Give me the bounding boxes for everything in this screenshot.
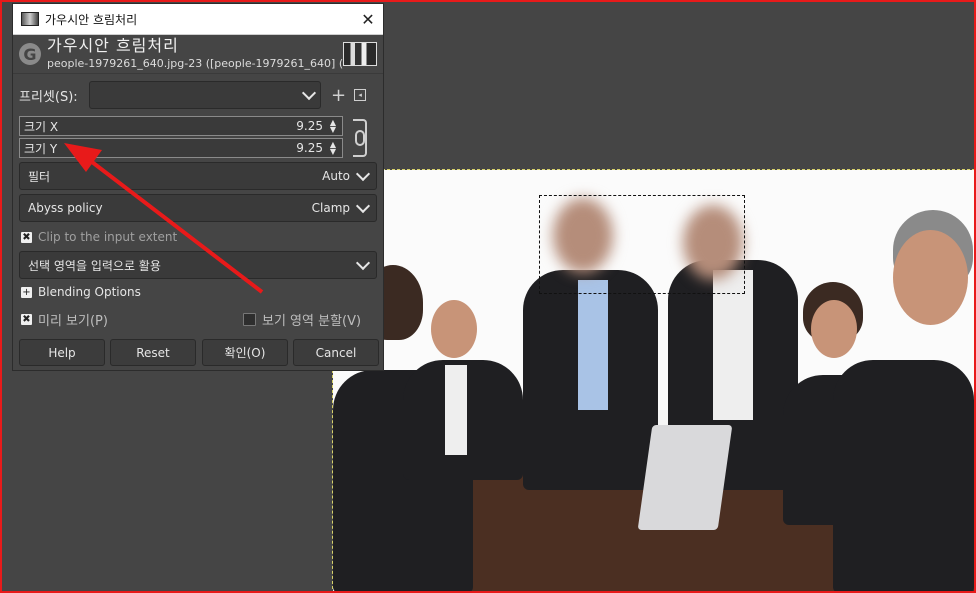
spin-arrows-icon[interactable]: ▲ ▼ — [327, 141, 339, 156]
dialog-titlebar[interactable]: 가우시안 흐림처리 ✕ — [13, 4, 383, 35]
filter-title: 가우시안 흐림처리 — [47, 37, 179, 55]
filter-label: 필터 — [28, 169, 51, 184]
photo-person-head — [431, 300, 477, 358]
checkbox-checked-icon: ✖ — [21, 314, 32, 325]
abyss-value: Clamp — [311, 201, 350, 215]
spin-arrows-icon[interactable]: ▲ ▼ — [327, 119, 339, 134]
chevron-down-icon — [355, 255, 371, 271]
manage-presets-icon[interactable]: ◂ — [354, 89, 367, 101]
dialog-header: G 가우시안 흐림처리 people-1979261_640.jpg-23 ([… — [13, 35, 383, 74]
photo-person-shirt — [578, 280, 608, 410]
add-preset-icon[interactable]: + — [331, 85, 346, 106]
chain-link-icon[interactable] — [355, 130, 365, 146]
clip-checkbox[interactable]: ✖ Clip to the input extent — [21, 230, 177, 244]
window-title: 가우시안 흐림처리 — [45, 12, 138, 27]
presets-dropdown[interactable] — [89, 81, 321, 109]
photo-person-head — [811, 300, 857, 358]
split-view-checkbox[interactable]: 보기 영역 분할(V) — [243, 310, 361, 329]
close-button[interactable]: ✕ — [353, 4, 383, 34]
size-x-value[interactable]: 9.25 — [296, 119, 323, 133]
blending-label: Blending Options — [38, 285, 141, 299]
window-icon — [21, 12, 39, 26]
photo-person-suit — [833, 360, 974, 593]
presets-label: 프리셋(S): — [19, 89, 78, 105]
photo-person-head — [893, 230, 968, 325]
checkbox-unchecked-icon — [243, 313, 256, 326]
checkbox-checked-icon: ✖ — [21, 231, 32, 243]
selection-mode-value: 선택 영역을 입력으로 활용 — [28, 258, 161, 273]
size-y-spinscale[interactable]: 크기 Y 9.25 ▲ ▼ — [19, 138, 343, 158]
image-name: people-1979261_640.jpg-23 ([people-19792… — [47, 57, 343, 70]
rectangle-selection[interactable] — [539, 195, 745, 294]
clip-label: Clip to the input extent — [38, 230, 178, 244]
abyss-policy-dropdown[interactable]: Abyss policy Clamp — [19, 194, 377, 222]
size-x-spinscale[interactable]: 크기 X 9.25 ▲ ▼ — [19, 116, 343, 136]
close-icon: ✕ — [361, 9, 375, 29]
chevron-down-icon — [355, 166, 371, 182]
chevron-down-icon — [355, 198, 371, 214]
selection-mode-dropdown[interactable]: 선택 영역을 입력으로 활용 — [19, 251, 377, 279]
gimp-logo-icon: G — [19, 43, 41, 65]
photo-person-shirt — [445, 365, 467, 455]
help-button[interactable]: Help — [19, 339, 105, 366]
size-y-value[interactable]: 9.25 — [296, 141, 323, 155]
gaussian-blur-dialog: 가우시안 흐림처리 ✕ G 가우시안 흐림처리 people-1979261_6… — [12, 3, 384, 371]
blending-options-expander[interactable]: + Blending Options — [21, 285, 141, 299]
expander-plus-icon: + — [21, 286, 32, 298]
photo-laptop — [637, 425, 733, 530]
abyss-label: Abyss policy — [28, 201, 103, 215]
presets-row: 프리셋(S): + ◂ — [19, 80, 377, 110]
reset-button[interactable]: Reset — [110, 339, 196, 366]
filter-dropdown[interactable]: 필터 Auto — [19, 162, 377, 190]
filter-value: Auto — [322, 169, 350, 183]
chevron-down-icon — [301, 85, 317, 101]
split-view-label: 보기 영역 분할(V) — [262, 314, 362, 329]
ok-button[interactable]: 확인(O) — [202, 339, 288, 366]
size-x-label: 크기 X — [24, 119, 59, 134]
preview-checkbox[interactable]: ✖ 미리 보기(P) — [21, 310, 108, 329]
cancel-button[interactable]: Cancel — [293, 339, 379, 366]
image-thumbnail — [343, 42, 377, 66]
size-y-label: 크기 Y — [24, 141, 58, 156]
preview-label: 미리 보기(P) — [38, 314, 108, 329]
